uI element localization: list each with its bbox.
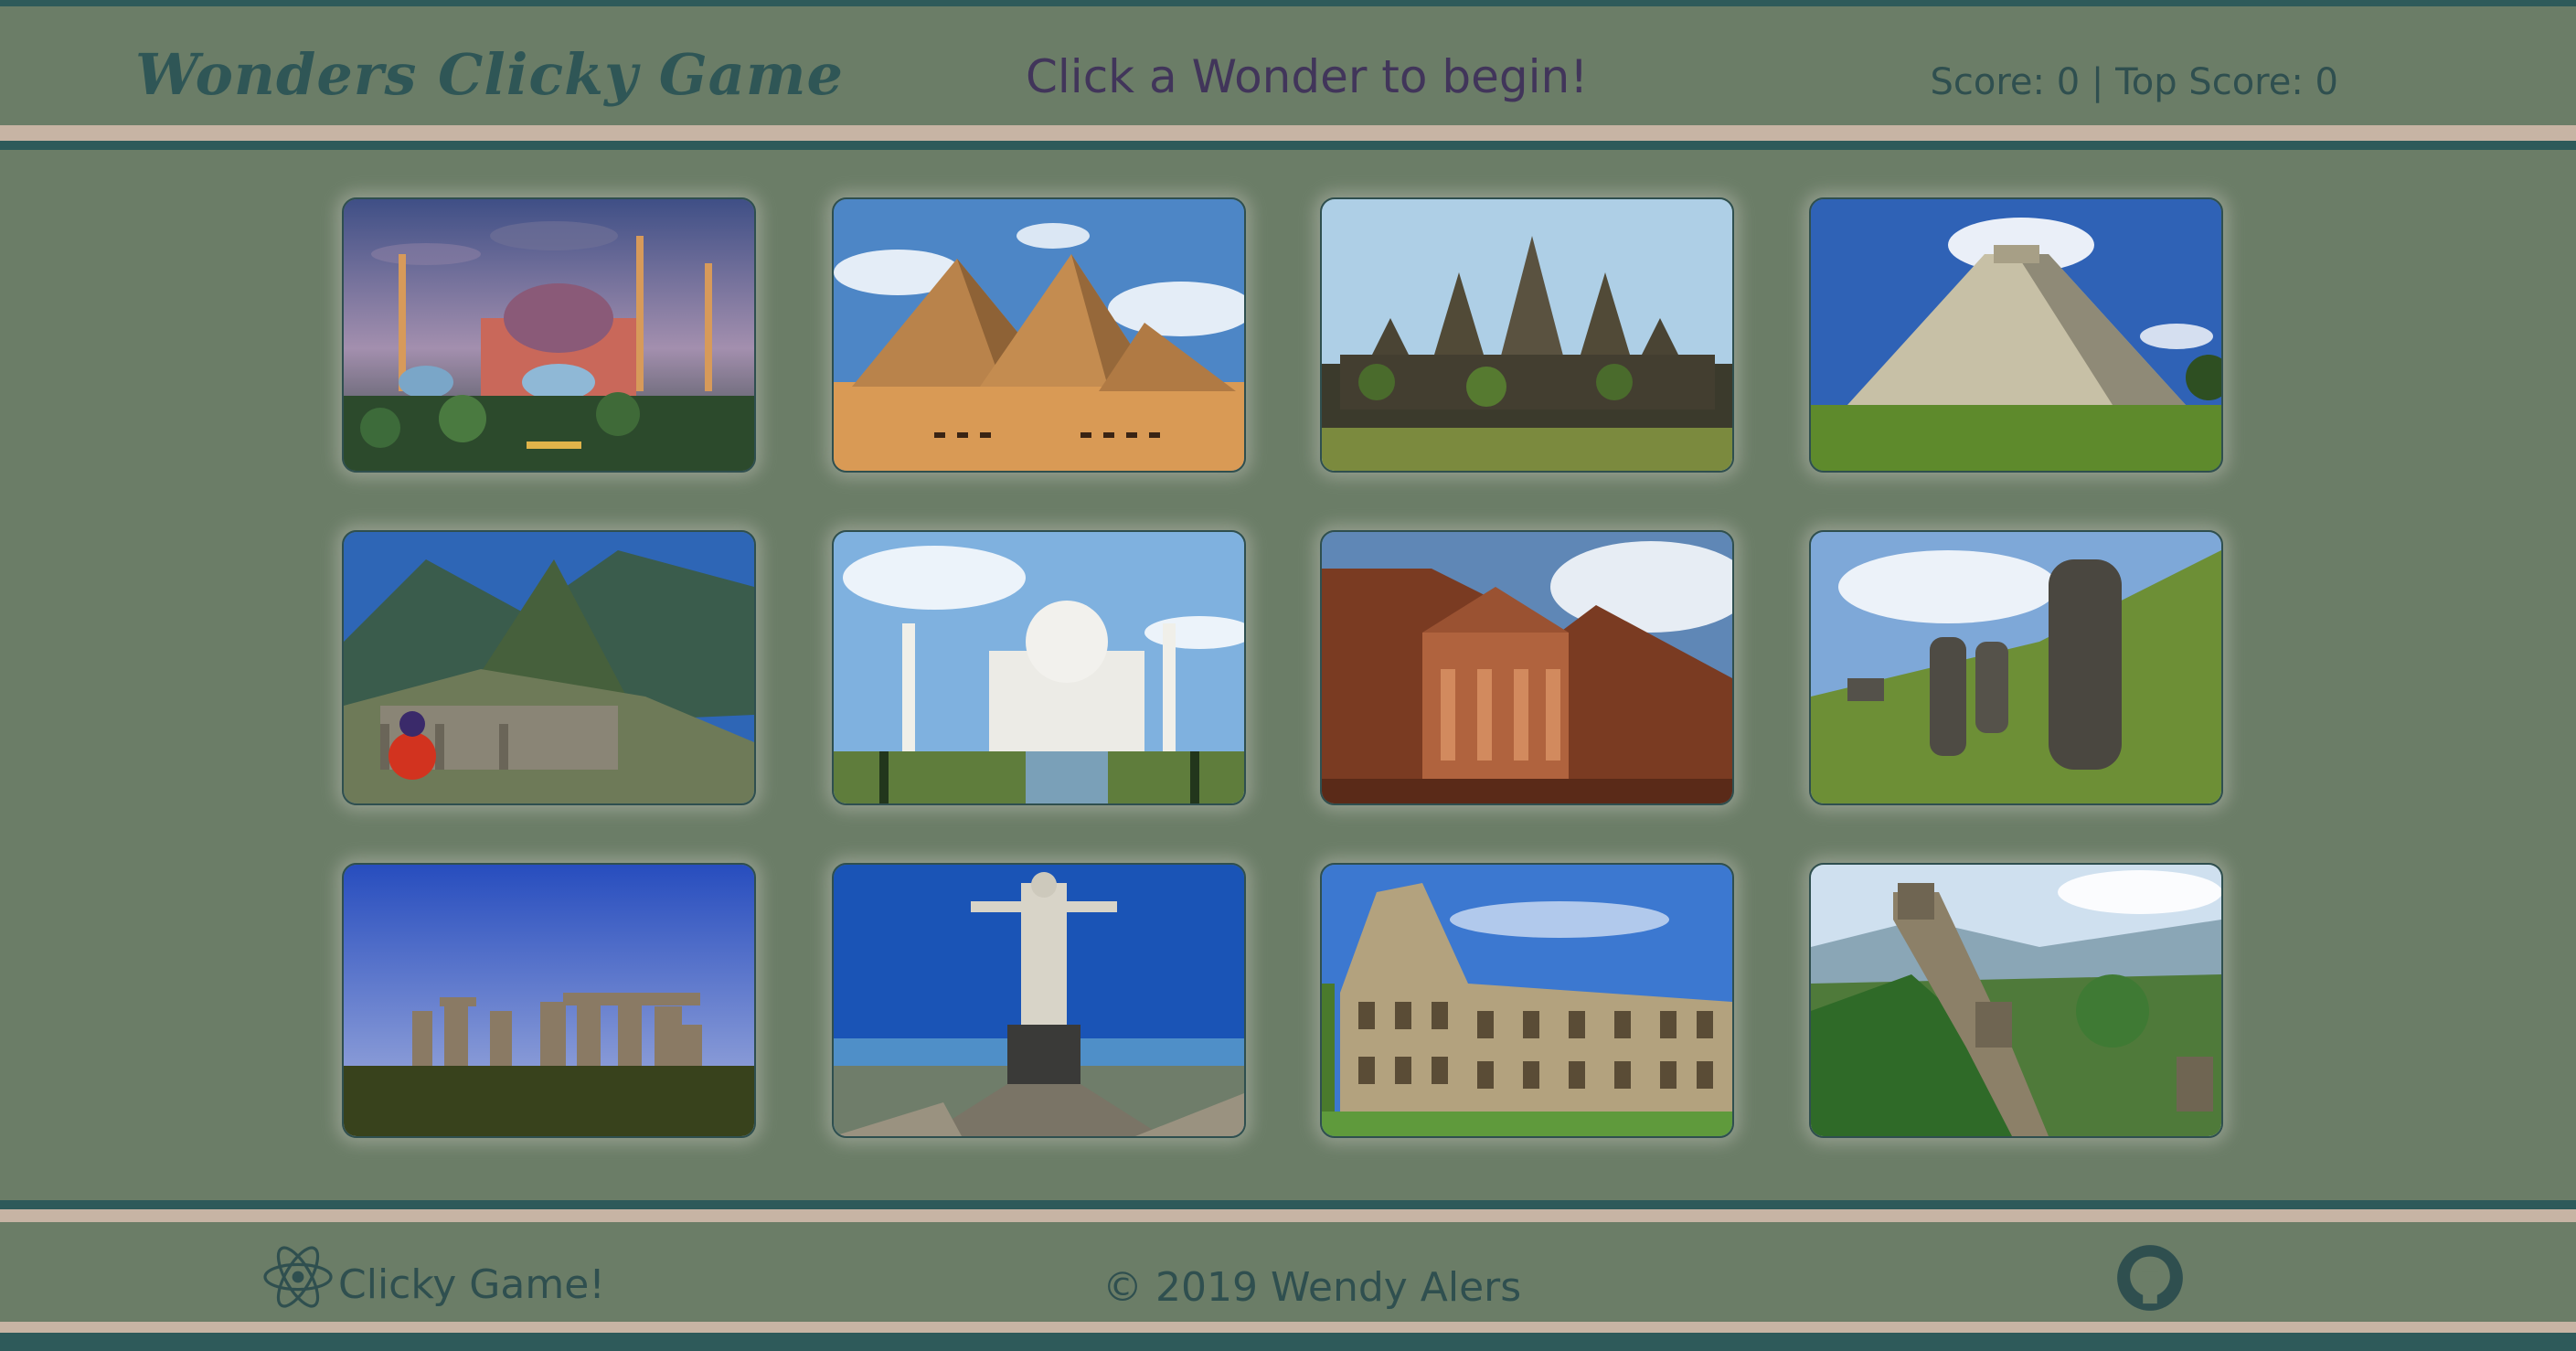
christ-the-redeemer-image	[834, 865, 1244, 1136]
copyright-text: © 2019 Wendy Alers	[1102, 1264, 1522, 1311]
great-wall-image	[1811, 865, 2221, 1136]
card-pyramids-of-giza[interactable]	[832, 197, 1246, 473]
hagia-sophia-image	[344, 199, 754, 471]
angkor-wat-image	[1322, 199, 1732, 471]
wonder-card-grid	[0, 0, 2576, 1351]
card-machu-picchu[interactable]	[342, 530, 756, 805]
footer-divider-tan	[0, 1209, 2576, 1222]
bottom-divider-tan	[0, 1322, 2576, 1333]
moai-image	[1811, 532, 2221, 803]
card-angkor-wat[interactable]	[1320, 197, 1734, 473]
card-taj-mahal[interactable]	[832, 530, 1246, 805]
colosseum-image	[1322, 865, 1732, 1136]
stonehenge-image	[344, 865, 754, 1136]
react-icon	[263, 1246, 333, 1308]
card-colosseum[interactable]	[1320, 863, 1734, 1138]
card-chichen-itza[interactable]	[1809, 197, 2223, 473]
card-moai-easter-island[interactable]	[1809, 530, 2223, 805]
pyramids-image	[834, 199, 1244, 471]
card-petra[interactable]	[1320, 530, 1734, 805]
github-icon[interactable]	[2114, 1242, 2186, 1314]
chichen-itza-image	[1811, 199, 2221, 471]
footer-divider-teal	[0, 1200, 2576, 1209]
taj-mahal-image	[834, 532, 1244, 803]
petra-image	[1322, 532, 1732, 803]
machu-picchu-image	[344, 532, 754, 803]
card-christ-the-redeemer[interactable]	[832, 863, 1246, 1138]
footer-brand-label: Clicky Game!	[338, 1261, 605, 1308]
bottom-border	[0, 1333, 2576, 1351]
card-stonehenge[interactable]	[342, 863, 756, 1138]
card-great-wall-of-china[interactable]	[1809, 863, 2223, 1138]
footer: Clicky Game! © 2019 Wendy Alers	[0, 1222, 2576, 1322]
card-hagia-sophia[interactable]	[342, 197, 756, 473]
footer-brand[interactable]: Clicky Game!	[261, 1240, 605, 1314]
